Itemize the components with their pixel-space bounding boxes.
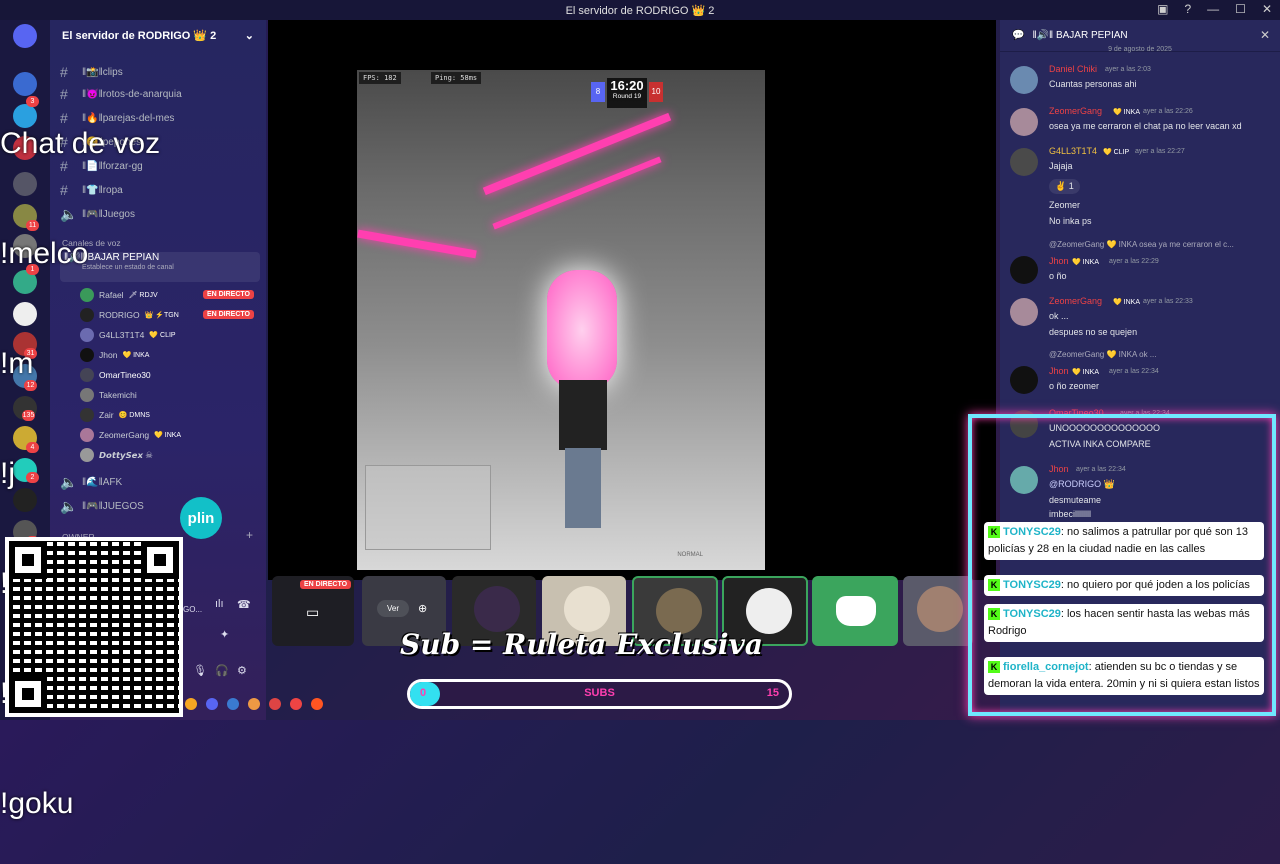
user-panel-name: GO... [183, 605, 203, 614]
chat-message[interactable]: @ZeomerGang 💛 INKA ok ... Jhon 💛 INKA ay… [1008, 350, 1272, 394]
taskbar-app-icon[interactable] [185, 698, 197, 710]
plin-logo: plin [180, 497, 222, 539]
close-icon[interactable]: ✕ [1262, 2, 1272, 16]
chevron-down-icon[interactable]: ⌄ [245, 29, 254, 42]
taskbar-app-icon[interactable] [269, 698, 281, 710]
overlay-command: !m [0, 347, 34, 380]
overlay-command: !melco [0, 237, 89, 270]
participant-tile[interactable] [812, 576, 898, 646]
chat-message[interactable]: G4LL3T1T4 💛 CLIP ayer a las 22:27 Jajaja… [1008, 146, 1272, 232]
avatar [564, 586, 610, 632]
kick-icon: K [988, 579, 1000, 592]
settings-gear-icon[interactable]: ⚙ [237, 664, 247, 677]
brave-icon[interactable] [311, 698, 323, 710]
sub-banner: Sub = Ruleta Exclusiva [400, 628, 763, 661]
game-stream[interactable]: FPS: 182 Ping: 58ms 8 16:20 Round 19 10 … [357, 70, 765, 570]
overlay-chat-message: K TONYSC29: los hacen sentir hasta las we… [984, 604, 1264, 642]
qr-code [5, 537, 183, 717]
screen-share-icon: ▭ [306, 604, 320, 620]
overlay-command-list: Chat de voz !melco !m !j !s !t !goku [0, 44, 160, 864]
hud-mode: NORMAL [677, 552, 703, 558]
taskbar [185, 698, 323, 710]
microphone-icon[interactable]: 🎙 [193, 664, 207, 677]
overlay-command: !goku [0, 787, 74, 820]
neon-rail [357, 229, 477, 259]
minimap [365, 465, 491, 550]
window-title: El servidor de RODRIGO 👑 2 [565, 4, 715, 17]
ping-counter: Ping: 58ms [431, 72, 482, 84]
overlay-chat-message: K TONYSC29: no salimos a patrullar por qu… [984, 522, 1264, 560]
reply-preview[interactable]: @ZeomerGang 💛 INKA osea ya me cerraron e… [1049, 240, 1234, 249]
kick-icon: K [988, 526, 1000, 539]
kick-icon: K [988, 608, 1000, 621]
chrome-icon[interactable] [290, 698, 302, 710]
inbox-icon[interactable]: ▣ [1157, 2, 1168, 16]
fps-counter: FPS: 182 [359, 72, 401, 84]
close-icon[interactable]: ✕ [1260, 28, 1270, 42]
chat-message[interactable]: ZeomerGang 💛 INKA ayer a las 22:33 ok ..… [1008, 296, 1272, 340]
subs-label: SUBS [584, 687, 615, 699]
chrome-icon[interactable] [248, 698, 260, 710]
discord-taskbar-icon[interactable] [206, 698, 218, 710]
kick-icon: K [988, 661, 1000, 674]
avatar [917, 586, 963, 632]
live-badge: EN DIRECTO [300, 580, 352, 589]
avatar [1010, 148, 1038, 176]
chat-channel-name: ‖🔊‖ BAJAR PEPIAN [1032, 30, 1128, 41]
date-divider: 9 de agosto de 2025 [1108, 46, 1172, 53]
overlay-command: Chat de voz [0, 127, 161, 160]
view-icon[interactable]: ⊕ [418, 602, 427, 615]
chat-bubble-icon: 💬 [1012, 30, 1025, 41]
avatar [1010, 366, 1038, 394]
subs-progress-bar: 0 SUBS 15 [407, 679, 792, 709]
disconnect-icon[interactable]: ☎ [237, 598, 251, 611]
window-controls: ▣ ? — ☐ ✕ [1157, 2, 1272, 16]
participant-tile[interactable] [903, 576, 973, 646]
discord-logo-icon [836, 596, 876, 626]
avatar [1010, 108, 1038, 136]
neon-rail [492, 156, 662, 230]
reaction[interactable]: ✌ 1 [1049, 179, 1080, 194]
neon-rail [482, 112, 672, 196]
avatar [1010, 298, 1038, 326]
subs-max: 15 [766, 687, 779, 699]
live-badge: EN DIRECTO [202, 290, 254, 299]
avatar [1010, 66, 1038, 94]
overlay-command: !j [0, 457, 15, 490]
server-name: El servidor de RODRIGO 👑 2 [62, 29, 217, 42]
overlay-chat-message: Kfiorella_cornejot: atienden su bc o tie… [984, 657, 1264, 695]
reply-preview[interactable]: @ZeomerGang 💛 INKA ok ... [1049, 350, 1156, 359]
round-timer: 16:20 Round 19 [607, 78, 647, 108]
team-score-right: 10 [649, 82, 663, 102]
plus-icon[interactable]: + [246, 528, 253, 542]
team-score-left: 8 [591, 82, 605, 102]
window-titlebar: El servidor de RODRIGO 👑 2 ▣ ? — ☐ ✕ [0, 0, 1280, 20]
headphones-icon[interactable]: 🎧 [215, 664, 229, 677]
chat-message[interactable]: Daniel Chiki ayer a las 2:03 Cuantas per… [1008, 64, 1272, 94]
minimize-icon[interactable]: — [1207, 2, 1219, 16]
avatar [1010, 256, 1038, 284]
help-icon[interactable]: ? [1184, 2, 1191, 16]
watch-stream-button[interactable]: Ver [377, 600, 410, 617]
avatar [474, 586, 520, 632]
overlay-chat-message: K TONYSC29: no quiero por qué joden a los… [984, 575, 1264, 596]
participant-tile[interactable]: EN DIRECTO ▭ [272, 576, 354, 646]
maximize-icon[interactable]: ☐ [1235, 2, 1246, 16]
live-badge: EN DIRECTO [202, 310, 254, 319]
soundboard-icon[interactable]: ✦ [220, 628, 229, 641]
taskbar-app-icon[interactable] [227, 698, 239, 710]
chat-message[interactable]: @ZeomerGang 💛 INKA osea ya me cerraron e… [1008, 240, 1272, 284]
voice-bars-icon[interactable]: ılı [215, 598, 224, 610]
chat-message[interactable]: ZeomerGang 💛 INKA ayer a las 22:26 osea … [1008, 106, 1272, 136]
player-character [547, 270, 617, 530]
